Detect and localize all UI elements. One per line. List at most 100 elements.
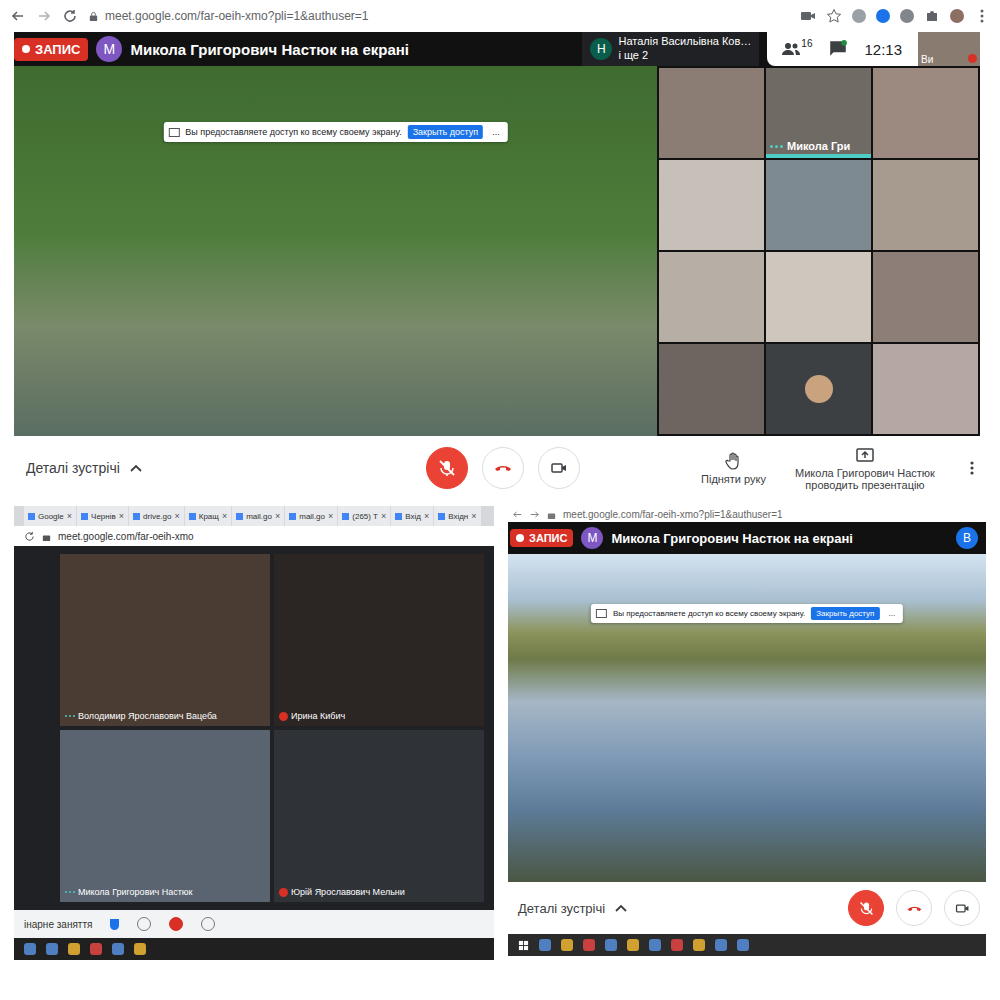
participants-count: 16 (801, 39, 812, 49)
participant-tile[interactable] (873, 252, 978, 342)
taskbar-app-icon[interactable] (134, 943, 146, 955)
browser-tab[interactable]: Кращ× (185, 506, 231, 526)
screen-icon (168, 128, 179, 137)
address-bar[interactable]: meet.google.com/far-oeih-xmo?pli=1&authu… (88, 9, 790, 23)
participants-button[interactable]: 16 (781, 39, 812, 59)
stop-sharing-button[interactable]: Закрыть доступ (408, 125, 484, 139)
camera-icon[interactable] (201, 917, 215, 931)
address-bar[interactable]: meet.google.com/far-oeih-xmo (14, 526, 494, 546)
participant-tile[interactable]: Володимир Ярославович Вацеба (60, 554, 270, 726)
camera-button[interactable] (944, 890, 980, 926)
kebab-icon[interactable] (964, 460, 980, 476)
mic-icon[interactable] (137, 917, 151, 931)
puzzle-icon[interactable] (924, 8, 940, 24)
shared-screen-photo: Вы предоставляете доступ ко всему своему… (508, 554, 986, 882)
tab-close-button[interactable]: × (328, 511, 333, 521)
taskbar-app-icon[interactable] (605, 939, 617, 951)
forward-arrow-icon[interactable] (529, 509, 540, 520)
participant-tile[interactable]: Микола Григорович Настюк (60, 730, 270, 902)
tab-close-button[interactable]: × (381, 511, 386, 521)
taskbar-app-icon[interactable] (90, 943, 102, 955)
audio-level-icon (65, 715, 75, 717)
taskbar-app-icon[interactable] (627, 939, 639, 951)
participant-tile[interactable]: Юрій Ярославович Мельни (274, 730, 484, 902)
extension-icon[interactable] (852, 9, 866, 23)
extension-icon[interactable] (900, 9, 914, 23)
back-arrow-icon[interactable] (10, 8, 26, 24)
taskbar-app-icon[interactable] (737, 939, 749, 951)
presenting-button[interactable]: Микола Григорович Настюк проводить презе… (780, 445, 950, 491)
extensions (800, 8, 990, 24)
tab-close-button[interactable]: × (471, 511, 476, 521)
taskbar-app-icon[interactable] (715, 939, 727, 951)
browser-tab[interactable]: (265) T× (338, 506, 390, 526)
taskbar-app-icon[interactable] (46, 943, 58, 955)
back-arrow-icon[interactable] (512, 509, 523, 520)
hang-up-icon[interactable] (169, 917, 183, 931)
taskbar-app-icon[interactable] (68, 943, 80, 955)
tab-close-button[interactable]: × (222, 511, 227, 521)
participant-tile[interactable] (766, 252, 871, 342)
browser-tab[interactable]: mail.go× (232, 506, 284, 526)
participant-tile[interactable] (659, 344, 764, 434)
taskbar-app-icon[interactable] (112, 943, 124, 955)
banner-more-button[interactable]: ... (489, 127, 503, 137)
extension-icon[interactable] (876, 9, 890, 23)
taskbar-app-icon[interactable] (693, 939, 705, 951)
mic-button[interactable] (426, 447, 468, 489)
taskbar-app-icon[interactable] (649, 939, 661, 951)
favicon-icon (133, 513, 140, 520)
participant-tile[interactable] (659, 252, 764, 342)
hang-up-button[interactable] (482, 447, 524, 489)
browser-tab[interactable]: mail.go× (285, 506, 337, 526)
participant-tile[interactable] (873, 160, 978, 250)
browser-tab[interactable]: Вхідн× (434, 506, 480, 526)
kebab-icon[interactable] (974, 8, 990, 24)
chat-icon[interactable] (828, 39, 848, 59)
stop-sharing-button[interactable]: Закрыть доступ (811, 607, 879, 620)
raise-hand-button[interactable]: Підняти руку (701, 451, 766, 485)
reload-icon[interactable] (24, 531, 35, 542)
banner-more-button[interactable]: ... (885, 609, 898, 618)
self-avatar: B (956, 527, 978, 549)
participant-tile[interactable] (766, 160, 871, 250)
tab-close-button[interactable]: × (174, 511, 179, 521)
reload-icon[interactable] (62, 8, 78, 24)
taskbar-app-icon[interactable] (24, 943, 36, 955)
star-icon[interactable] (826, 8, 842, 24)
camera-icon[interactable] (800, 8, 816, 24)
taskbar-app-icon[interactable] (561, 939, 573, 951)
browser-tab[interactable]: Вхід× (391, 506, 433, 526)
tab-close-button[interactable]: × (67, 511, 72, 521)
taskbar-app-icon[interactable] (583, 939, 595, 951)
participant-tile[interactable] (659, 68, 764, 158)
browser-tab[interactable]: Чернів× (77, 506, 128, 526)
main-meet-screenshot: meet.google.com/far-oeih-xmo?pli=1&authu… (0, 0, 1000, 500)
people-icon (781, 39, 801, 59)
participant-tile[interactable] (766, 344, 871, 434)
windows-start-icon[interactable] (518, 940, 529, 951)
browser-tab[interactable]: drive.go× (129, 506, 184, 526)
participant-tile[interactable] (873, 68, 978, 158)
tab-close-button[interactable]: × (424, 511, 429, 521)
mic-button[interactable] (848, 890, 884, 926)
taskbar-app-icon[interactable] (671, 939, 683, 951)
participant-grid: Микола Гри (657, 66, 980, 436)
mic-off-icon (437, 458, 457, 478)
meeting-details-button[interactable]: Деталі зустрічі (518, 900, 836, 916)
participant-tile[interactable] (659, 160, 764, 250)
profile-icon[interactable] (950, 9, 964, 23)
forward-arrow-icon[interactable] (36, 8, 52, 24)
tab-title: mail.go (299, 512, 325, 521)
tab-close-button[interactable]: × (119, 511, 124, 521)
browser-tab[interactable]: Google× (24, 506, 76, 526)
meeting-details-button[interactable]: Деталі зустрічі (26, 460, 426, 476)
hang-up-button[interactable] (896, 890, 932, 926)
participant-tile[interactable] (873, 344, 978, 434)
record-badge: ЗАПИС (510, 529, 573, 547)
taskbar-app-icon[interactable] (539, 939, 551, 951)
camera-button[interactable] (538, 447, 580, 489)
tab-close-button[interactable]: × (275, 511, 280, 521)
participant-tile[interactable]: Микола Гри (766, 68, 871, 158)
participant-tile[interactable]: Ирина Кибич (274, 554, 484, 726)
